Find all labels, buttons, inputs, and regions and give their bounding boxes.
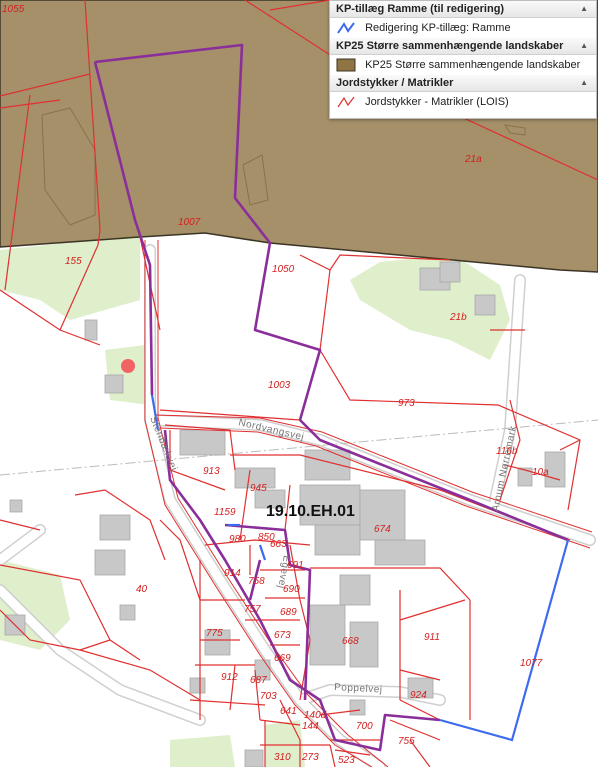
parcel-label: 1077	[520, 658, 543, 669]
parcel-label: 144	[302, 721, 319, 732]
legend-group-header-kp-ramme[interactable]: KP-tillæg Ramme (til redigering) ▲	[330, 1, 596, 18]
legend-item-edit-frame: Redigering KP-tillæg: Ramme	[330, 18, 596, 38]
parcel-label: 691	[287, 560, 304, 571]
parcel-label: 155	[65, 256, 82, 267]
parcel-label: 924	[410, 690, 427, 701]
parcel-label: 663	[270, 539, 287, 550]
legend-panel: KP-tillæg Ramme (til redigering) ▲ Redig…	[329, 0, 597, 119]
legend-item-label: KP25 Større sammenhængende landskaber	[365, 59, 581, 72]
parcel-label: 980	[229, 534, 246, 545]
parcel-label: 40	[136, 584, 148, 595]
parcel-label: 273	[301, 752, 319, 763]
collapse-arrow-icon[interactable]: ▲	[580, 1, 588, 17]
parcel-label: 757	[244, 604, 261, 615]
parcel-label: 973	[398, 398, 415, 409]
parcel-label: 758	[248, 576, 265, 587]
parcel-label: 140d	[304, 710, 327, 721]
parcel-label: 912	[221, 672, 238, 683]
parcel-label: 1055	[2, 4, 25, 15]
plan-area-label: 19.10.EH.01	[266, 503, 355, 520]
parcel-label: 673	[274, 630, 291, 641]
parcel-label: 703	[260, 691, 277, 702]
location-marker[interactable]	[121, 359, 135, 373]
parcel-label: 10a	[532, 467, 549, 478]
legend-item-label: Jordstykker - Matrikler (LOIS)	[365, 96, 509, 109]
parcel-label: 700	[356, 721, 373, 732]
parcel-label: 116b	[496, 446, 518, 457]
parcel-label: 641	[280, 706, 297, 717]
parcel-label: 674	[374, 524, 391, 535]
parcel-label: 689	[280, 607, 297, 618]
legend-group-title: Jordstykker / Matrikler	[336, 77, 454, 89]
parcel-label: 913	[203, 466, 220, 477]
legend-group-header-jordstykker[interactable]: Jordstykker / Matrikler ▲	[330, 75, 596, 92]
parcel-label: 1003	[268, 380, 291, 391]
legend-group-header-kp25[interactable]: KP25 Større sammenhængende landskaber ▲	[330, 38, 596, 55]
red-line-icon	[337, 96, 355, 108]
parcel-label: 911	[424, 632, 440, 643]
legend-group-title: KP-tillæg Ramme (til redigering)	[336, 3, 505, 15]
legend-group-title: KP25 Større sammenhængende landskaber	[336, 40, 564, 52]
parcel-label: 21a	[464, 154, 482, 165]
legend-item-landscape: KP25 Større sammenhængende landskaber	[330, 55, 596, 75]
parcel-label: 669	[274, 653, 291, 664]
legend-item-parcels: Jordstykker - Matrikler (LOIS)	[330, 92, 596, 112]
parcel-label: 523	[338, 755, 355, 766]
parcel-label: 1007	[178, 217, 201, 228]
collapse-arrow-icon[interactable]: ▲	[580, 38, 588, 54]
collapse-arrow-icon[interactable]: ▲	[580, 75, 588, 91]
parcel-label: 21b	[449, 312, 467, 323]
legend-item-label: Redigering KP-tillæg: Ramme	[365, 22, 511, 35]
parcel-label: 687	[250, 675, 267, 686]
parcel-label: 914	[224, 568, 241, 579]
parcel-label: 690	[283, 584, 300, 595]
blue-line-icon	[337, 22, 355, 34]
parcel-label: 1159	[214, 507, 236, 518]
parcel-label: 755	[398, 736, 415, 747]
parcel-label: 945	[250, 483, 267, 494]
brown-fill-icon	[336, 58, 356, 72]
parcel-label: 668	[342, 636, 359, 647]
parcel-label: 310	[274, 752, 291, 763]
parcel-label: 1050	[272, 264, 295, 275]
parcel-label: 775	[206, 628, 223, 639]
